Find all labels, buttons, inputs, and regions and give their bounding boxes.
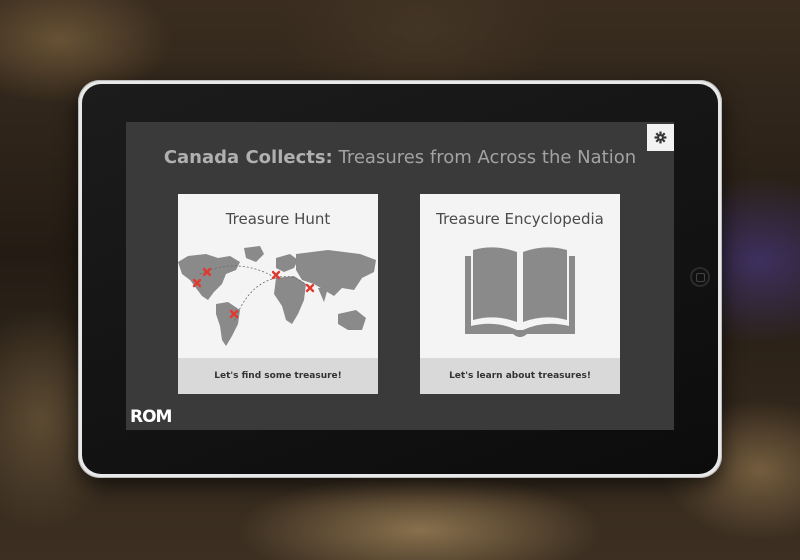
find-treasure-button[interactable]: Let's find some treasure! [178,358,378,394]
rom-logo: ROM [130,407,172,427]
treasure-hunt-title: Treasure Hunt [225,210,331,228]
treasure-marker [305,283,315,293]
treasure-encyclopedia-title: Treasure Encyclopedia [436,210,604,228]
home-button[interactable] [690,267,710,287]
page-title-bold: Canada Collects: [163,147,333,168]
world-map-icon [178,246,376,346]
open-book-icon [465,247,575,337]
treasure-marker [271,270,281,280]
app-screen: Canada Collects: Treasures from Across t… [126,122,674,430]
page-title-rest: Treasures from Across the Nation [332,147,637,168]
learn-treasures-button[interactable]: Let's learn about treasures! [420,358,620,394]
treasure-hunt-card[interactable]: Treasure Hunt Let's find some treasure! [178,194,378,394]
treasure-encyclopedia-card[interactable]: Treasure Encyclopedia Let's learn about … [420,194,620,394]
gear-icon [654,131,667,144]
page-title: Canada Collects: Treasures from Across t… [126,147,674,168]
